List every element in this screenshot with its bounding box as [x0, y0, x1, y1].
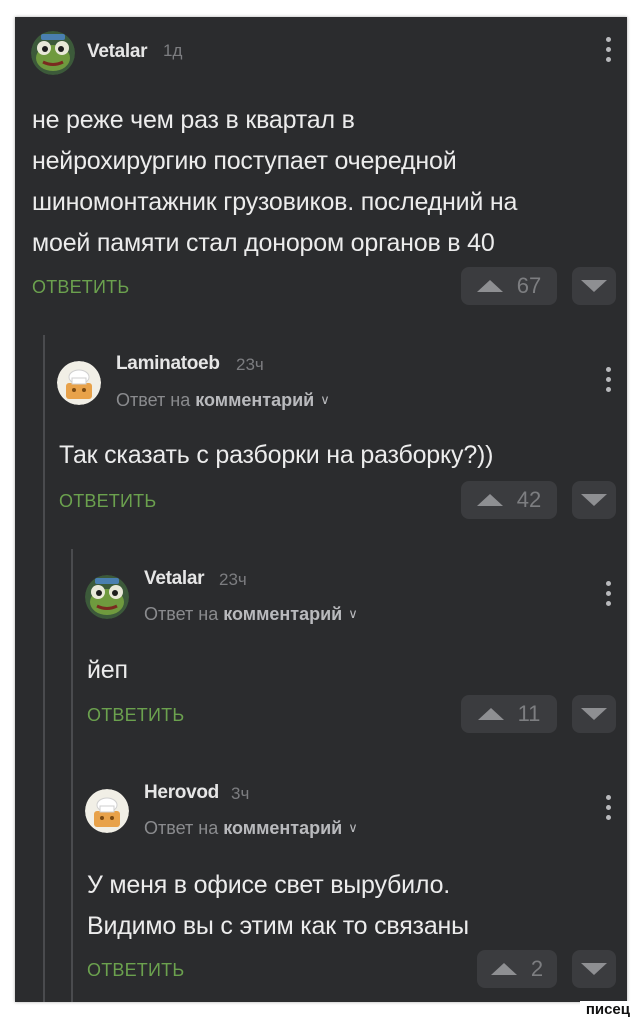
downvote-button[interactable]: [572, 267, 616, 305]
upvote-button[interactable]: 11: [461, 695, 557, 733]
reply-to-target: комментарий: [223, 818, 343, 838]
rating-count: 67: [516, 273, 542, 298]
comment-text: Так сказать с разборки на разборку?)): [59, 435, 493, 476]
chef-avatar-icon[interactable]: [85, 789, 129, 833]
rating-count: 42: [516, 487, 542, 512]
downvote-icon: [581, 280, 607, 292]
downvote-button[interactable]: [572, 481, 616, 519]
comment-text-line: У меня в офисе свет вырубило.: [87, 871, 451, 899]
upvote-icon: [477, 708, 504, 720]
reply-to-target: комментарий: [195, 390, 315, 410]
more-options-icon[interactable]: [605, 367, 611, 395]
upvote-button[interactable]: 2: [477, 950, 557, 988]
watermark: писец: [579, 1001, 636, 1020]
comment-text: йеп: [87, 650, 128, 691]
rating-count: 2: [530, 956, 544, 981]
comment-text-line: Так сказать с разборки на разборку?)): [59, 441, 494, 469]
frog-avatar-icon[interactable]: [31, 31, 75, 75]
comment-text: У меня в офисе свет вырубило. Видимо вы …: [87, 865, 469, 947]
chevron-down-icon: ∨: [348, 606, 358, 621]
comments-thread: Vetalar 1д не реже чем раз в квартал в н…: [15, 17, 627, 1002]
author-name[interactable]: Laminatoeb: [116, 353, 220, 375]
author-name[interactable]: Vetalar: [87, 41, 148, 63]
frog-avatar-icon[interactable]: [85, 575, 129, 619]
chef-avatar-icon[interactable]: [57, 361, 101, 405]
comment-text-line: не реже чем раз в квартал в: [32, 106, 355, 134]
reply-to-link[interactable]: Ответ на комментарий ∨: [144, 604, 358, 625]
comment-time: 3ч: [231, 784, 250, 803]
reply-to-prefix: Ответ на: [144, 818, 219, 838]
more-options-icon[interactable]: [605, 37, 611, 65]
comment-text-line: нейрохирургию поступает очередной: [32, 147, 457, 175]
comment-text-line: Видимо вы с этим как то связаны: [87, 912, 469, 940]
comment-time: 23ч: [236, 355, 264, 374]
chevron-down-icon: ∨: [348, 820, 358, 835]
comment-text: не реже чем раз в квартал в нейрохирурги…: [32, 100, 517, 264]
more-options-icon[interactable]: [605, 795, 611, 823]
upvote-icon: [476, 494, 503, 506]
reply-to-target: комментарий: [223, 604, 343, 624]
reply-to-prefix: Ответ на: [116, 390, 191, 410]
upvote-button[interactable]: 42: [461, 481, 557, 519]
upvote-icon: [476, 280, 503, 292]
reply-button[interactable]: ОТВЕТИТЬ: [32, 277, 129, 298]
thread-line-level2: [71, 549, 73, 1002]
rating-count: 11: [517, 701, 541, 726]
downvote-icon: [581, 708, 607, 720]
upvote-button[interactable]: 67: [461, 267, 557, 305]
downvote-icon: [581, 963, 607, 975]
downvote-button[interactable]: [572, 950, 616, 988]
reply-button[interactable]: ОТВЕТИТЬ: [87, 960, 184, 981]
downvote-button[interactable]: [572, 695, 616, 733]
reply-button[interactable]: ОТВЕТИТЬ: [59, 491, 156, 512]
thread-line-level1: [43, 335, 45, 1002]
comment-text-line: моей памяти стал донором органов в 40: [32, 229, 495, 257]
author-name[interactable]: Vetalar: [144, 568, 205, 590]
comment-text-line: йеп: [87, 656, 128, 684]
comment-time: 1д: [163, 41, 183, 60]
author-name[interactable]: Herovod: [144, 782, 219, 804]
reply-to-prefix: Ответ на: [144, 604, 219, 624]
reply-to-link[interactable]: Ответ на комментарий ∨: [116, 390, 330, 411]
more-options-icon[interactable]: [605, 581, 611, 609]
downvote-icon: [581, 494, 607, 506]
upvote-icon: [490, 963, 517, 975]
comment-time: 23ч: [219, 570, 247, 589]
chevron-down-icon: ∨: [320, 392, 330, 407]
reply-button[interactable]: ОТВЕТИТЬ: [87, 705, 184, 726]
comment-text-line: шиномонтажник грузовиков. последний на: [32, 188, 518, 216]
reply-to-link[interactable]: Ответ на комментарий ∨: [144, 818, 358, 839]
